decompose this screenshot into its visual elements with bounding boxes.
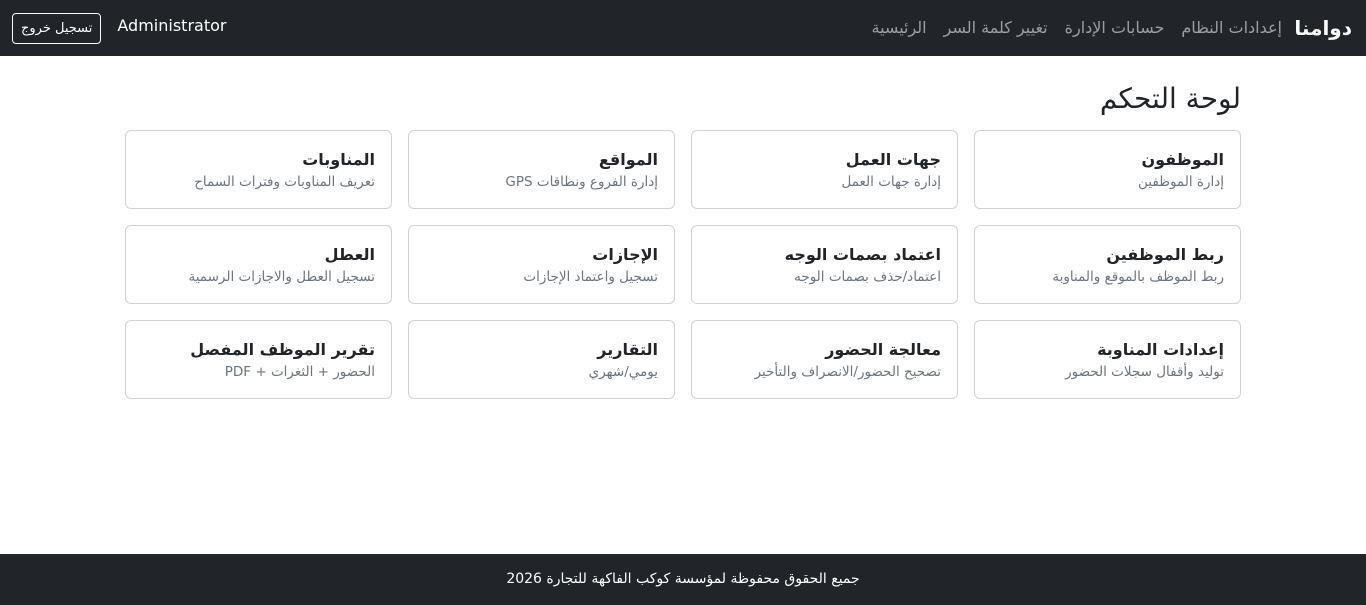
card-description: الحضور + الثغرات + PDF — [224, 364, 375, 380]
card-title: جهات العمل — [845, 150, 941, 169]
card-title: الإجازات — [592, 245, 658, 264]
page-footer: جميع الحقوق محفوظة لمؤسسة كوكب الفاكهة ل… — [0, 554, 1366, 605]
card-description: تعريف المناوبات وفترات السماح — [194, 174, 375, 190]
card-description: تصحيح الحضور/الانصراف والتأخير — [754, 364, 941, 380]
card-title: معالجة الحضور — [825, 340, 941, 359]
card-description: تسجيل العطل والاجازات الرسمية — [188, 269, 375, 285]
footer-copyright: جميع الحقوق محفوظة لمؤسسة كوكب الفاكهة ل… — [506, 571, 860, 587]
card-locations[interactable]: المواقع إدارة الفروع ونطاقات GPS — [408, 130, 675, 209]
nav-link-home[interactable]: الرئيسية — [872, 16, 927, 40]
dashboard-card-grid: الموظفون إدارة الموظفين جهات العمل إدارة… — [125, 130, 1241, 399]
nav-link-change-password[interactable]: تغيير كلمة السر — [944, 16, 1048, 40]
logout-button[interactable]: تسجيل خروج — [12, 13, 102, 44]
card-description: تسجيل واعتماد الإجازات — [523, 269, 658, 285]
card-title: اعتماد بصمات الوجه — [784, 245, 941, 264]
card-description: ربط الموظف بالموقع والمناوبة — [1052, 269, 1224, 285]
card-title: المناوبات — [302, 150, 375, 169]
card-description: إدارة الموظفين — [1138, 174, 1224, 190]
nav-links: الرئيسية تغيير كلمة السر حسابات الإدارة … — [872, 16, 1282, 40]
card-employee-detailed-report[interactable]: تقرير الموظف المفصل الحضور + الثغرات + P… — [125, 320, 392, 399]
card-title: الموظفون — [1141, 150, 1224, 169]
page-title: لوحة التحكم — [1099, 82, 1241, 115]
main-content: لوحة التحكم الموظفون إدارة الموظفين جهات… — [125, 56, 1241, 399]
card-reports[interactable]: التقارير يومي/شهري — [408, 320, 675, 399]
card-description: إدارة جهات العمل — [841, 174, 941, 190]
card-title: إعدادات المناوبة — [1097, 340, 1224, 359]
card-employees[interactable]: الموظفون إدارة الموظفين — [974, 130, 1241, 209]
card-face-approval[interactable]: اعتماد بصمات الوجه اعتماد/حذف بصمات الوج… — [691, 225, 958, 304]
card-description: إدارة الفروع ونطاقات GPS — [505, 174, 658, 190]
card-title: التقارير — [597, 340, 658, 359]
card-holidays[interactable]: العطل تسجيل العطل والاجازات الرسمية — [125, 225, 392, 304]
card-title: ربط الموظفين — [1106, 245, 1224, 264]
card-shift-settings[interactable]: إعدادات المناوبة توليد وأقفال سجلات الحض… — [974, 320, 1241, 399]
current-user-name: Administrator — [117, 15, 227, 35]
card-attendance-processing[interactable]: معالجة الحضور تصحيح الحضور/الانصراف والت… — [691, 320, 958, 399]
card-description: توليد وأقفال سجلات الحضور — [1065, 364, 1224, 380]
card-shifts[interactable]: المناوبات تعريف المناوبات وفترات السماح — [125, 130, 392, 209]
nav-link-system-settings[interactable]: إعدادات النظام — [1181, 16, 1282, 40]
card-title: تقرير الموظف المفصل — [190, 340, 375, 359]
card-title: العطل — [324, 245, 375, 264]
top-navbar: دوامنا الرئيسية تغيير كلمة السر حسابات ا… — [0, 0, 1366, 56]
card-title: المواقع — [598, 150, 658, 169]
card-description: اعتماد/حذف بصمات الوجه — [794, 269, 941, 285]
nav-user-area: تسجيل خروج Administrator — [12, 13, 226, 44]
nav-link-admin-accounts[interactable]: حسابات الإدارة — [1065, 16, 1165, 40]
card-workplaces[interactable]: جهات العمل إدارة جهات العمل — [691, 130, 958, 209]
card-leaves[interactable]: الإجازات تسجيل واعتماد الإجازات — [408, 225, 675, 304]
brand-logo-text[interactable]: دوامنا — [1294, 14, 1352, 42]
card-description: يومي/شهري — [588, 364, 658, 380]
card-employee-assignment[interactable]: ربط الموظفين ربط الموظف بالموقع والمناوب… — [974, 225, 1241, 304]
